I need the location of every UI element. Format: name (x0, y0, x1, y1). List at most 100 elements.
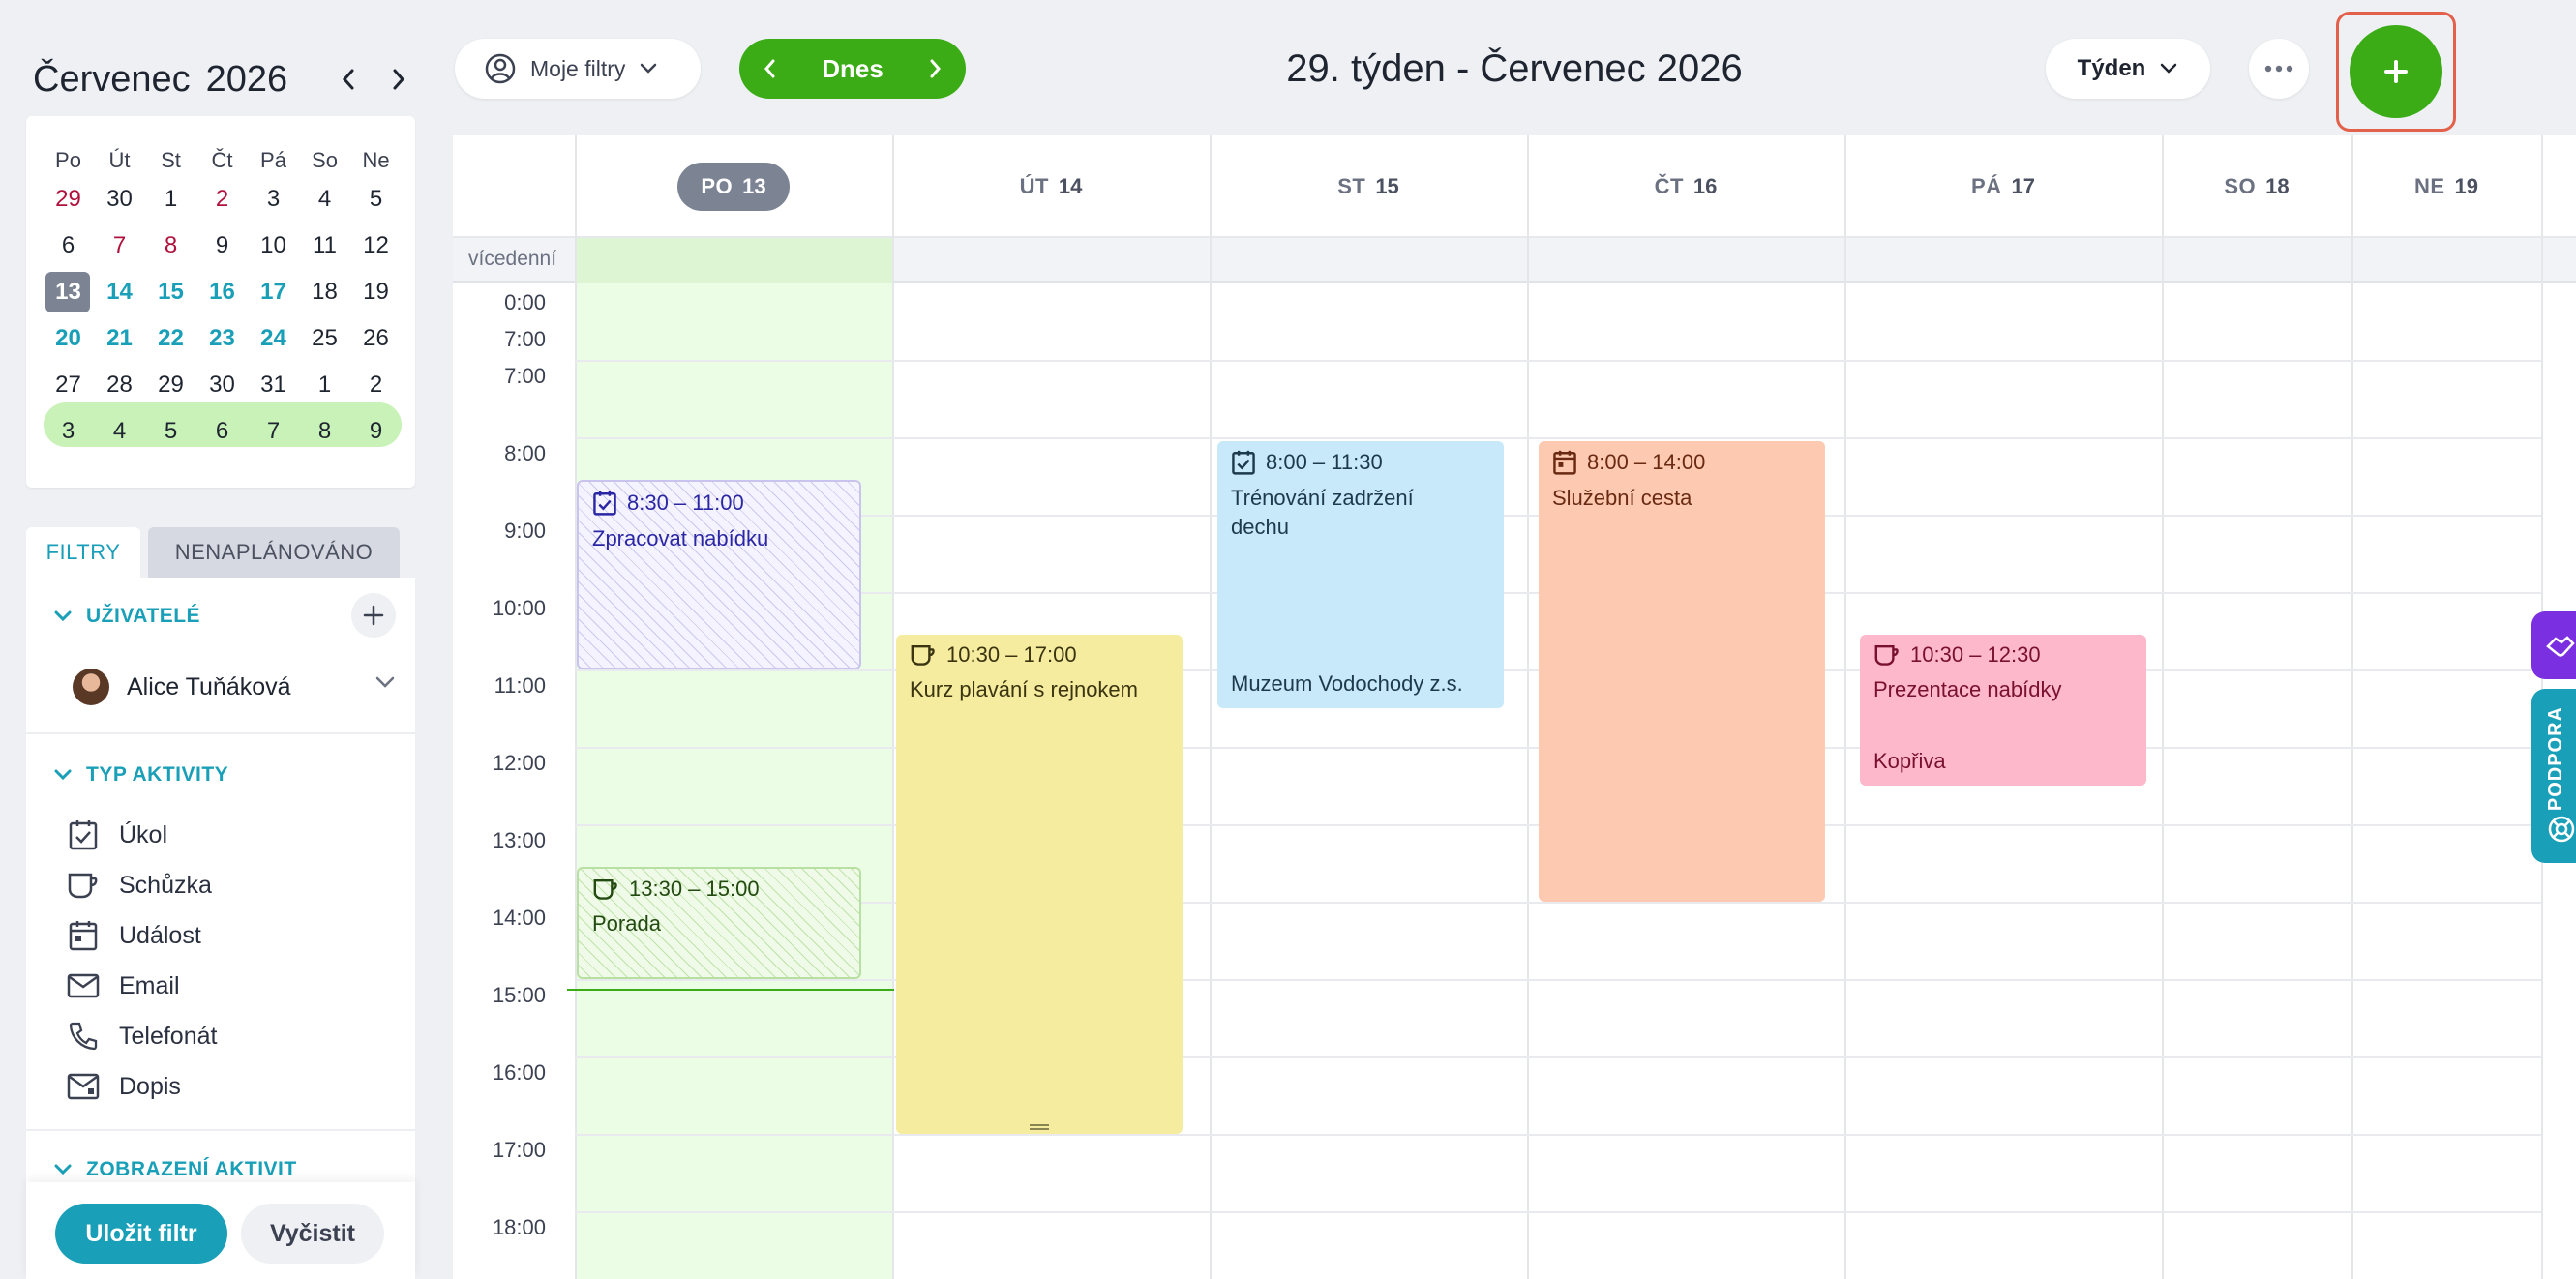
event-title: Trénování zadržení dechu (1231, 486, 1414, 539)
day-header[interactable]: PO 13 (575, 135, 892, 238)
mini-calendar-day[interactable]: 3 (248, 176, 299, 223)
my-filters-button[interactable]: Moje filtry (455, 39, 701, 99)
clear-filter-button[interactable]: Vyčistit (241, 1204, 384, 1264)
activity-type-letter[interactable]: Dopis (67, 1067, 181, 1106)
next-month-button[interactable] (379, 58, 418, 101)
day-header-number: 13 (742, 174, 766, 198)
day-header[interactable]: NE 19 (2351, 135, 2541, 238)
mini-calendar-day[interactable]: 9 (196, 223, 248, 269)
mini-calendar-day[interactable]: 4 (299, 176, 350, 223)
mini-calendar-day[interactable]: 17 (248, 269, 299, 315)
mini-calendar-day[interactable]: 24 (248, 315, 299, 362)
activity-type-event[interactable]: Událost (67, 916, 201, 955)
mini-calendar-day[interactable]: 19 (350, 269, 402, 315)
mini-calendar-day[interactable]: 4 (94, 408, 145, 455)
mini-calendar-day[interactable]: 23 (196, 315, 248, 362)
view-select[interactable]: Týden (2046, 39, 2210, 99)
mini-calendar-day[interactable]: 6 (43, 223, 94, 269)
activity-type-label: Událost (119, 921, 201, 949)
mini-calendar-day[interactable]: 2 (196, 176, 248, 223)
mini-calendar-day[interactable]: 7 (94, 223, 145, 269)
activity-type-task[interactable]: Úkol (67, 816, 167, 854)
tab-filters[interactable]: FILTRY (26, 527, 140, 578)
mini-calendar-day[interactable]: 5 (145, 408, 196, 455)
mini-calendar-day[interactable]: 16 (196, 269, 248, 315)
hour-label: 16:00 (492, 1060, 546, 1085)
mini-calendar-day[interactable]: 7 (248, 408, 299, 455)
mini-calendar-day[interactable]: 6 (196, 408, 248, 455)
event-card[interactable]: 13:30 – 15:00 Porada (577, 867, 861, 979)
add-activity-button[interactable] (2350, 25, 2442, 118)
today-button[interactable]: Dnes (822, 54, 884, 84)
day-header[interactable]: SO 18 (2162, 135, 2351, 238)
mini-calendar-day[interactable]: 5 (350, 176, 402, 223)
support-button[interactable]: PODPORA (2531, 689, 2576, 863)
event-card[interactable]: 8:30 – 11:00 Zpracovat nabídku (577, 480, 861, 669)
mini-calendar-day[interactable]: 1 (145, 176, 196, 223)
hour-label: 18:00 (492, 1215, 546, 1239)
mini-calendar-day[interactable]: 31 (248, 362, 299, 408)
user-select[interactable]: Alice Tuňáková (73, 665, 396, 709)
mini-calendar-day[interactable]: 25 (299, 315, 350, 362)
mini-calendar-day[interactable]: 8 (299, 408, 350, 455)
add-user-button[interactable] (351, 593, 396, 638)
task-icon (593, 491, 616, 516)
activity-type-phone[interactable]: Telefonát (67, 1017, 217, 1056)
next-week-button[interactable] (929, 58, 943, 79)
event-title: Zpracovat nabídku (592, 526, 769, 550)
mini-calendar-day[interactable]: 2 (350, 362, 402, 408)
lifebuoy-icon (2548, 816, 2575, 843)
prev-week-button[interactable] (763, 58, 776, 79)
mini-calendar-day[interactable]: 18 (299, 269, 350, 315)
grid-column-line (1210, 135, 1212, 1279)
day-header[interactable]: ÚT 14 (892, 135, 1210, 238)
day-header[interactable]: ČT 16 (1527, 135, 1844, 238)
event-card[interactable]: 10:30 – 17:00 Kurz plavání s rejnokem (896, 635, 1183, 1134)
activity-type-meeting[interactable]: Schůzka (67, 866, 212, 905)
mini-calendar-day[interactable]: 1 (299, 362, 350, 408)
event-card[interactable]: 10:30 – 12:30 Prezentace nabídky Kopřiva (1860, 635, 2146, 786)
display-section-toggle[interactable]: ZOBRAZENÍ AKTIVIT (53, 1158, 297, 1181)
tab-unplanned[interactable]: NENAPLÁNOVÁNO (148, 527, 400, 578)
users-section-toggle[interactable]: UŽIVATELÉ (53, 605, 200, 628)
mini-calendar-day[interactable]: 13 (43, 269, 94, 315)
event-card[interactable]: 8:00 – 11:30 Trénování zadržení dechu Mu… (1217, 441, 1504, 708)
prev-month-button[interactable] (329, 58, 368, 101)
day-header[interactable]: ST 15 (1210, 135, 1527, 238)
activity-type-email[interactable]: Email (67, 967, 180, 1005)
activity-type-label: Email (119, 971, 180, 999)
activity-type-section-toggle[interactable]: TYP AKTIVITY (53, 763, 228, 787)
day-header[interactable]: PÁ 17 (1844, 135, 2162, 238)
mini-calendar-day[interactable]: 20 (43, 315, 94, 362)
mini-calendar-day[interactable]: 29 (43, 176, 94, 223)
mini-calendar-day[interactable]: 11 (299, 223, 350, 269)
sidebar-tabs: FILTRY NENAPLÁNOVÁNO (26, 527, 415, 578)
mini-calendar-day[interactable]: 8 (145, 223, 196, 269)
mini-calendar-day[interactable]: 30 (196, 362, 248, 408)
event-card[interactable]: 8:00 – 14:00 Služební cesta (1539, 441, 1825, 902)
mini-calendar-day[interactable]: 28 (94, 362, 145, 408)
mini-calendar-day[interactable]: 10 (248, 223, 299, 269)
day-header-number: 17 (2011, 174, 2036, 198)
more-options-button[interactable] (2249, 39, 2309, 99)
resize-handle[interactable] (1030, 1124, 1049, 1130)
mini-calendar-day[interactable]: 15 (145, 269, 196, 315)
mini-calendar-day[interactable]: 9 (350, 408, 402, 455)
mini-calendar-day[interactable]: 26 (350, 315, 402, 362)
filters-panel: UŽIVATELÉ Alice Tuňáková TYP AKTIVITY Úk… (26, 578, 415, 1197)
mini-calendar-day[interactable]: 14 (94, 269, 145, 315)
mini-calendar-month: Červenec (33, 58, 191, 100)
hour-label: 13:00 (492, 828, 546, 852)
mini-calendar-day[interactable]: 12 (350, 223, 402, 269)
mini-calendar-day[interactable]: 3 (43, 408, 94, 455)
mini-calendar-day[interactable]: 21 (94, 315, 145, 362)
mini-calendar-day[interactable]: 27 (43, 362, 94, 408)
hour-label: 17:00 (492, 1138, 546, 1162)
event-title: Porada (592, 911, 661, 936)
save-filter-button[interactable]: Uložit filtr (55, 1204, 227, 1264)
side-widget-button[interactable] (2531, 611, 2576, 679)
day-header-dow: ST (1337, 174, 1366, 198)
mini-calendar-day[interactable]: 29 (145, 362, 196, 408)
mini-calendar-day[interactable]: 22 (145, 315, 196, 362)
mini-calendar-day[interactable]: 30 (94, 176, 145, 223)
